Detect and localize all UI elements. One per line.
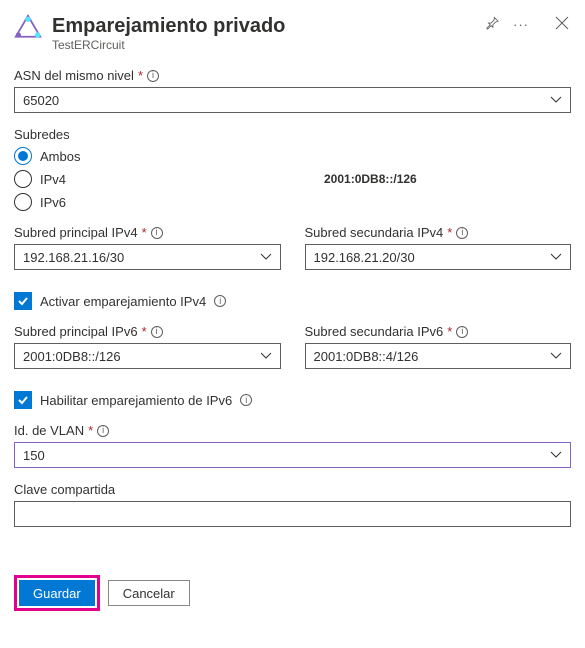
shared-key-input[interactable]	[14, 501, 571, 527]
resource-icon	[14, 14, 42, 42]
info-icon[interactable]: i	[456, 227, 468, 239]
info-icon[interactable]: i	[151, 227, 163, 239]
asn-label: ASN del mismo nivel	[14, 68, 134, 83]
ipv4-primary-value: 192.168.21.16/30	[23, 250, 124, 265]
chevron-down-icon	[550, 250, 562, 265]
info-icon[interactable]: i	[147, 70, 159, 82]
required-marker: *	[88, 423, 93, 438]
ipv4-extra-text: 2001:0DB8::/126	[324, 172, 417, 186]
ipv6-primary-value: 2001:0DB8::/126	[23, 349, 121, 364]
radio-ipv6[interactable]: IPv6	[14, 193, 571, 211]
save-button[interactable]: Guardar	[19, 580, 95, 606]
chevron-down-icon	[550, 93, 562, 108]
required-marker: *	[447, 225, 452, 240]
close-icon[interactable]	[553, 14, 571, 35]
required-marker: *	[142, 225, 147, 240]
required-marker: *	[138, 68, 143, 83]
info-icon[interactable]: i	[214, 295, 226, 307]
ipv4-enable-label: Activar emparejamiento IPv4	[40, 294, 206, 309]
ipv6-enable-label: Habilitar emparejamiento de IPv6	[40, 393, 232, 408]
pin-icon[interactable]	[483, 14, 501, 35]
ipv4-primary-label: Subred principal IPv4	[14, 225, 138, 240]
page-title: Emparejamiento privado	[52, 14, 473, 38]
info-icon[interactable]: i	[151, 326, 163, 338]
shared-key-label: Clave compartida	[14, 482, 115, 497]
more-icon[interactable]: ···	[511, 15, 531, 34]
ipv6-primary-input[interactable]: 2001:0DB8::/126	[14, 343, 281, 369]
ipv4-secondary-value: 192.168.21.20/30	[314, 250, 415, 265]
asn-value: 65020	[23, 93, 59, 108]
ipv6-secondary-label: Subred secundaria IPv6	[305, 324, 444, 339]
radio-both-label: Ambos	[40, 149, 80, 164]
chevron-down-icon	[550, 448, 562, 463]
chevron-down-icon	[550, 349, 562, 364]
vlan-label: Id. de VLAN	[14, 423, 84, 438]
radio-ipv4-label: IPv4	[40, 172, 66, 187]
ipv4-enable-checkbox[interactable]: Activar emparejamiento IPv4 i	[14, 292, 571, 310]
ipv4-secondary-input[interactable]: 192.168.21.20/30	[305, 244, 572, 270]
ipv6-primary-label: Subred principal IPv6	[14, 324, 138, 339]
cancel-button[interactable]: Cancelar	[108, 580, 190, 606]
ipv4-secondary-label: Subred secundaria IPv4	[305, 225, 444, 240]
info-icon[interactable]: i	[240, 394, 252, 406]
chevron-down-icon	[260, 349, 272, 364]
chevron-down-icon	[260, 250, 272, 265]
subnets-label: Subredes	[14, 127, 571, 142]
save-highlight: Guardar	[14, 575, 100, 611]
required-marker: *	[447, 324, 452, 339]
radio-ipv6-label: IPv6	[40, 195, 66, 210]
vlan-value: 150	[23, 448, 45, 463]
required-marker: *	[142, 324, 147, 339]
asn-select[interactable]: 65020	[14, 87, 571, 113]
ipv6-enable-checkbox[interactable]: Habilitar emparejamiento de IPv6 i	[14, 391, 571, 409]
vlan-input[interactable]: 150	[14, 442, 571, 468]
breadcrumb: TestERCircuit	[52, 38, 473, 52]
radio-ipv4[interactable]: IPv4 2001:0DB8::/126	[14, 170, 571, 188]
info-icon[interactable]: i	[456, 326, 468, 338]
info-icon[interactable]: i	[97, 425, 109, 437]
ipv6-secondary-value: 2001:0DB8::4/126	[314, 349, 419, 364]
radio-both[interactable]: Ambos	[14, 147, 571, 165]
ipv4-primary-input[interactable]: 192.168.21.16/30	[14, 244, 281, 270]
ipv6-secondary-input[interactable]: 2001:0DB8::4/126	[305, 343, 572, 369]
